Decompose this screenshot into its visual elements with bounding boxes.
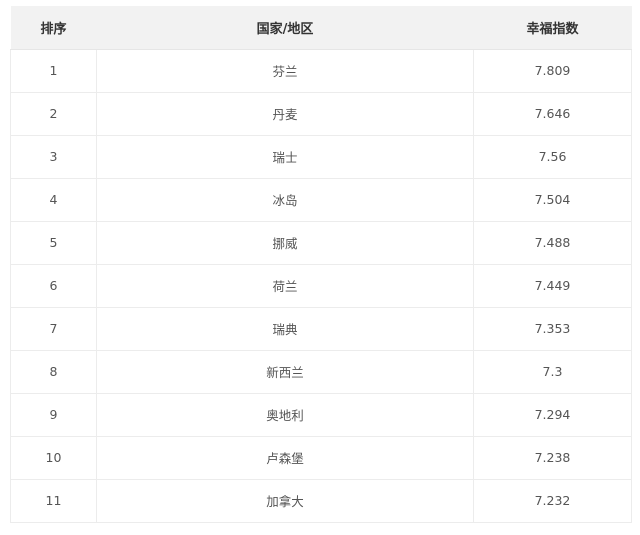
table-row: 3 瑞士 7.56 [10, 135, 632, 179]
cell-country: 芬兰 [96, 49, 474, 93]
cell-country: 瑞士 [96, 135, 474, 179]
cell-country: 新西兰 [96, 350, 474, 394]
cell-rank: 1 [10, 49, 97, 93]
header-score: 幸福指数 [473, 6, 632, 50]
cell-rank: 2 [10, 92, 97, 136]
cell-country: 荷兰 [96, 264, 474, 308]
cell-score: 7.809 [473, 49, 632, 93]
cell-rank: 9 [10, 393, 97, 437]
header-row: 排序 国家/地区 幸福指数 [10, 6, 632, 50]
cell-country: 卢森堡 [96, 436, 474, 480]
cell-rank: 3 [10, 135, 97, 179]
cell-score: 7.56 [473, 135, 632, 179]
cell-country: 丹麦 [96, 92, 474, 136]
table-row: 6 荷兰 7.449 [10, 264, 632, 308]
table-row: 5 挪威 7.488 [10, 221, 632, 265]
cell-score: 7.238 [473, 436, 632, 480]
table-body: 1 芬兰 7.809 2 丹麦 7.646 3 瑞士 7.56 4 冰岛 7.5… [10, 49, 632, 523]
table-row: 7 瑞典 7.353 [10, 307, 632, 351]
table-row: 4 冰岛 7.504 [10, 178, 632, 222]
happiness-table-container: 排序 国家/地区 幸福指数 1 芬兰 7.809 2 丹麦 7.646 3 瑞士… [10, 6, 632, 523]
table-row: 2 丹麦 7.646 [10, 92, 632, 136]
cell-rank: 4 [10, 178, 97, 222]
cell-rank: 5 [10, 221, 97, 265]
cell-score: 7.3 [473, 350, 632, 394]
cell-rank: 7 [10, 307, 97, 351]
cell-score: 7.449 [473, 264, 632, 308]
table-row: 10 卢森堡 7.238 [10, 436, 632, 480]
cell-country: 瑞典 [96, 307, 474, 351]
header-country: 国家/地区 [96, 6, 474, 50]
table-header: 排序 国家/地区 幸福指数 [10, 6, 632, 50]
cell-country: 加拿大 [96, 479, 474, 523]
cell-country: 奥地利 [96, 393, 474, 437]
cell-rank: 10 [10, 436, 97, 480]
table-row: 11 加拿大 7.232 [10, 479, 632, 523]
cell-rank: 8 [10, 350, 97, 394]
table-row: 1 芬兰 7.809 [10, 49, 632, 93]
cell-score: 7.353 [473, 307, 632, 351]
cell-score: 7.232 [473, 479, 632, 523]
table-row: 9 奥地利 7.294 [10, 393, 632, 437]
cell-score: 7.504 [473, 178, 632, 222]
happiness-ranking-table: 排序 国家/地区 幸福指数 1 芬兰 7.809 2 丹麦 7.646 3 瑞士… [10, 6, 632, 523]
cell-rank: 6 [10, 264, 97, 308]
cell-score: 7.646 [473, 92, 632, 136]
cell-score: 7.294 [473, 393, 632, 437]
cell-country: 挪威 [96, 221, 474, 265]
cell-rank: 11 [10, 479, 97, 523]
cell-country: 冰岛 [96, 178, 474, 222]
header-rank: 排序 [10, 6, 97, 50]
table-row: 8 新西兰 7.3 [10, 350, 632, 394]
cell-score: 7.488 [473, 221, 632, 265]
